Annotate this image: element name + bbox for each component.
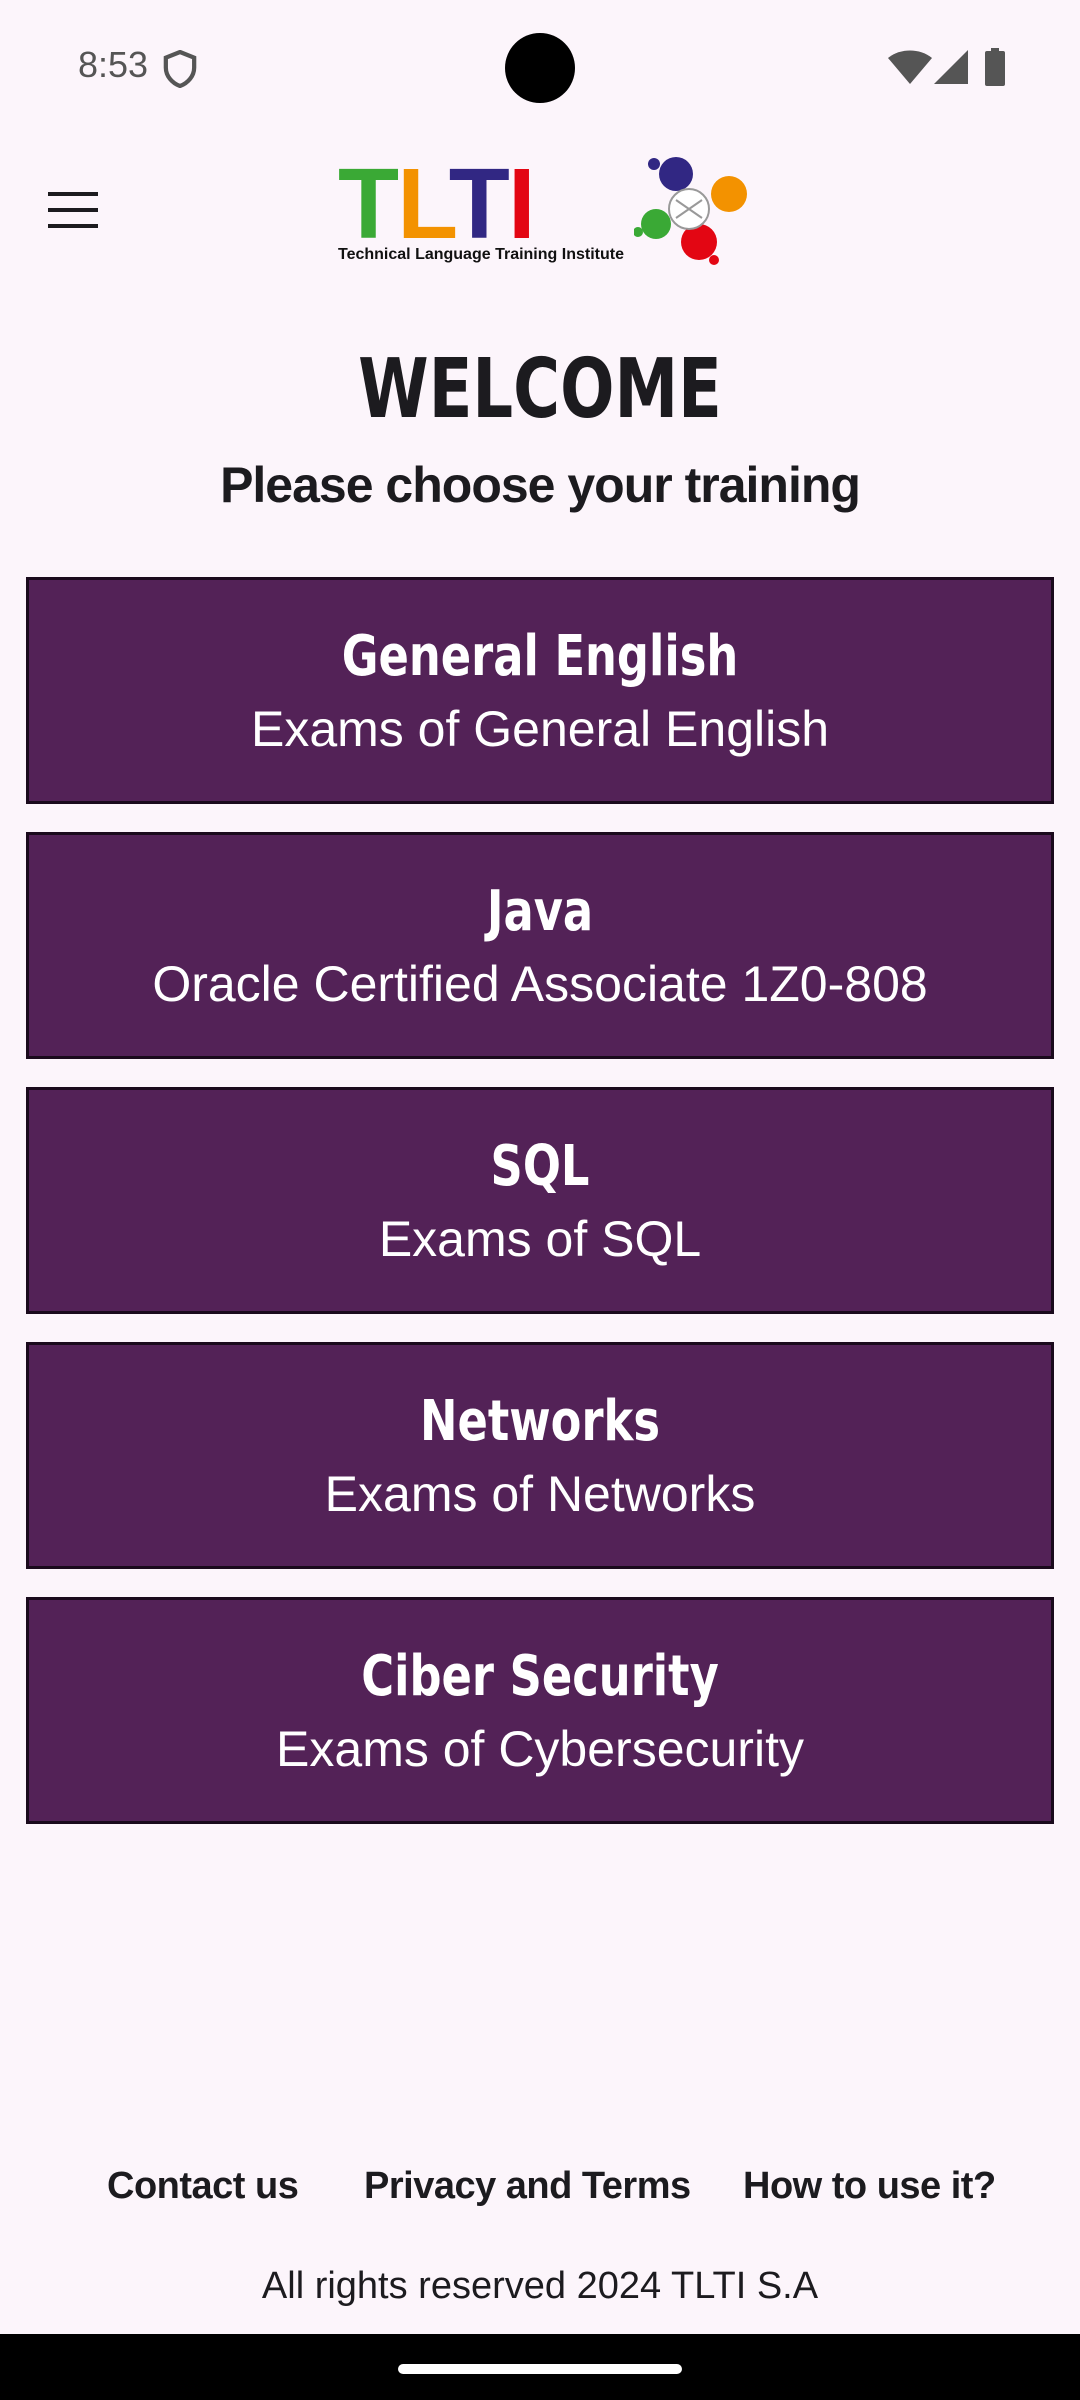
course-title: Ciber Security [361,1644,719,1709]
course-title: Java [486,879,594,944]
logo-tagline: Technical Language Training Institute [338,246,624,263]
home-indicator[interactable] [398,2364,682,2374]
course-title: Networks [419,1389,660,1454]
shield-icon [163,50,197,88]
course-card-general-english[interactable]: General English Exams of General English [26,577,1054,804]
course-title: General English [341,624,739,689]
course-card-java[interactable]: Java Oracle Certified Associate 1Z0-808 [26,832,1054,1059]
wifi-icon [888,50,932,84]
how-to-use-link[interactable]: How to use it? [743,2165,996,2208]
page-subtitle: Please choose your training [220,457,861,513]
battery-icon [985,48,1005,86]
contact-us-link[interactable]: Contact us [107,2165,299,2208]
copyright-text: All rights reserved 2024 TLTI S.A [261,2265,819,2307]
course-title: SQL [490,1134,590,1199]
course-description: Exams of SQL [378,1211,702,1267]
signal-icon [934,50,968,84]
course-description: Exams of Cybersecurity [276,1721,804,1777]
logo-letter: T [448,148,510,260]
course-list: General English Exams of General English… [26,577,1054,1852]
footer-links: Contact us Privacy and Terms How to use … [0,2165,1080,2225]
logo-molecule-icon [634,157,747,265]
screen: 8:53 TLTI Technical Language Training In… [0,0,1080,2400]
course-card-networks[interactable]: Networks Exams of Networks [26,1342,1054,1569]
status-time: 8:53 [78,44,149,85]
logo-letter: T [338,148,399,260]
status-bar: 8:53 [0,0,1080,135]
tlti-logo: TLTI Technical Language Training Institu… [334,150,754,270]
hamburger-menu-icon[interactable] [48,190,98,230]
camera-cutout [505,33,575,103]
course-card-sql[interactable]: SQL Exams of SQL [26,1087,1054,1314]
logo-wordmark: TLTI [338,154,536,254]
course-card-ciber-security[interactable]: Ciber Security Exams of Cybersecurity [26,1597,1054,1824]
course-description: Exams of General English [250,701,830,757]
course-description: Oracle Certified Associate 1Z0-808 [152,956,928,1012]
system-nav-bar [0,2334,1080,2400]
logo-letter: L [397,148,451,260]
logo-letter: I [507,148,536,260]
welcome-heading: WELCOME [358,342,722,437]
privacy-terms-link[interactable]: Privacy and Terms [364,2165,691,2208]
course-description: Exams of Networks [324,1466,756,1522]
